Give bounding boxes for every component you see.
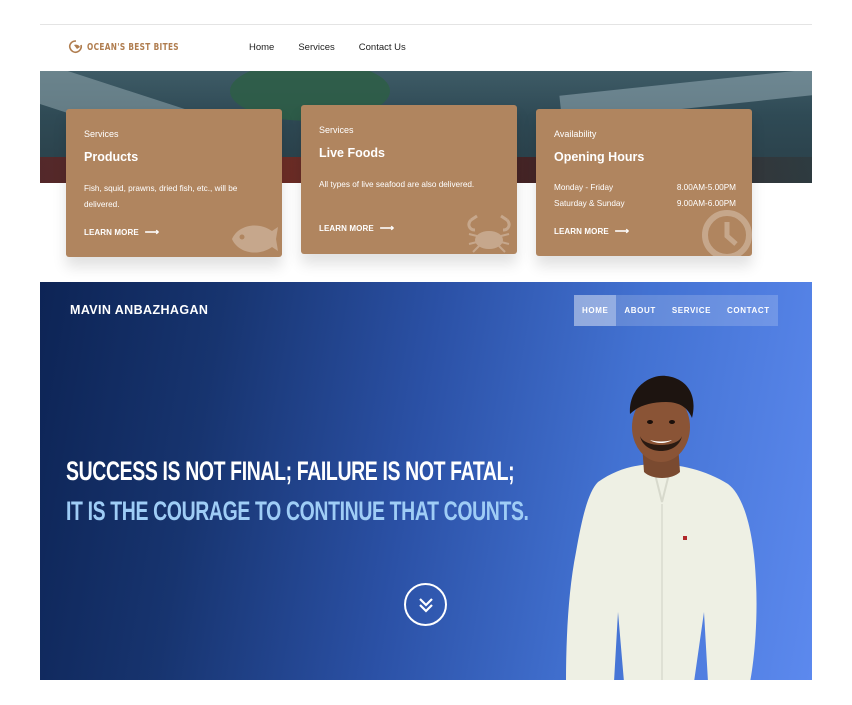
portfolio-nav-about[interactable]: ABOUT (616, 295, 663, 326)
card-title: Live Foods (319, 146, 385, 160)
hours-row: Monday - Friday 8.00AM-5.00PM (554, 180, 736, 196)
card-title: Opening Hours (554, 150, 645, 164)
clock-icon (702, 210, 752, 256)
hours-day: Monday - Friday (554, 183, 614, 192)
card-title: Products (84, 150, 139, 164)
nav-services[interactable]: Services (298, 42, 334, 53)
card-description: All types of live seafood are also deliv… (319, 180, 475, 189)
site-logo[interactable]: OCEAN'S BEST BITES (68, 40, 194, 54)
main-nav: Home Services Contact Us (249, 42, 430, 53)
fish-hook-logo-icon (68, 40, 83, 54)
scroll-down-button[interactable] (404, 583, 447, 626)
hours-learn-more-link[interactable]: LEARN MORE ⟶ (554, 226, 629, 237)
learn-more-label: LEARN MORE (319, 224, 374, 233)
portfolio-nav-service[interactable]: SERVICE (664, 295, 719, 326)
nav-home[interactable]: Home (249, 42, 274, 53)
learn-more-label: LEARN MORE (554, 227, 609, 236)
learn-more-label: LEARN MORE (84, 228, 139, 237)
nav-contact-us[interactable]: Contact Us (359, 42, 406, 53)
logo-text: OCEAN'S BEST BITES (87, 41, 179, 53)
profile-photo (566, 375, 757, 680)
live-foods-card: Services Live Foods All types of live se… (301, 105, 517, 254)
card-category: Availability (554, 129, 597, 139)
products-card: Services Products Fish, squid, prawns, d… (66, 109, 282, 257)
portfolio-nav-home[interactable]: HOME (574, 295, 617, 326)
double-chevron-down-icon (418, 597, 433, 613)
card-category: Services (84, 129, 119, 139)
crab-icon (467, 214, 511, 253)
portfolio-hero: MAVIN ANBAZHAGAN HOME ABOUT SERVICE CONT… (40, 282, 812, 680)
live-foods-learn-more-link[interactable]: LEARN MORE ⟶ (319, 223, 394, 234)
arrow-right-icon: ⟶ (379, 223, 395, 234)
arrow-right-icon: ⟶ (144, 227, 160, 238)
site-header: OCEAN'S BEST BITES Home Services Contact… (40, 25, 812, 71)
products-learn-more-link[interactable]: LEARN MORE ⟶ (84, 227, 159, 238)
portfolio-nav-contact[interactable]: CONTACT (719, 295, 778, 326)
portfolio-brand[interactable]: MAVIN ANBAZHAGAN (70, 303, 208, 317)
card-category: Services (319, 125, 354, 135)
arrow-right-icon: ⟶ (614, 226, 630, 237)
quote-line-2: IT IS THE COURAGE TO CONTINUE THAT COUNT… (66, 496, 529, 526)
quote-line-1: SUCCESS IS NOT FINAL; FAILURE IS NOT FAT… (66, 456, 515, 486)
portfolio-nav: HOME ABOUT SERVICE CONTACT (574, 295, 778, 326)
fish-icon (232, 225, 278, 253)
hours-day: Saturday & Sunday (554, 199, 625, 208)
card-description: Fish, squid, prawns, dried fish, etc., w… (84, 184, 238, 209)
opening-hours-card: Availability Opening Hours Monday - Frid… (536, 109, 752, 256)
hours-time: 8.00AM-5.00PM (676, 183, 736, 192)
